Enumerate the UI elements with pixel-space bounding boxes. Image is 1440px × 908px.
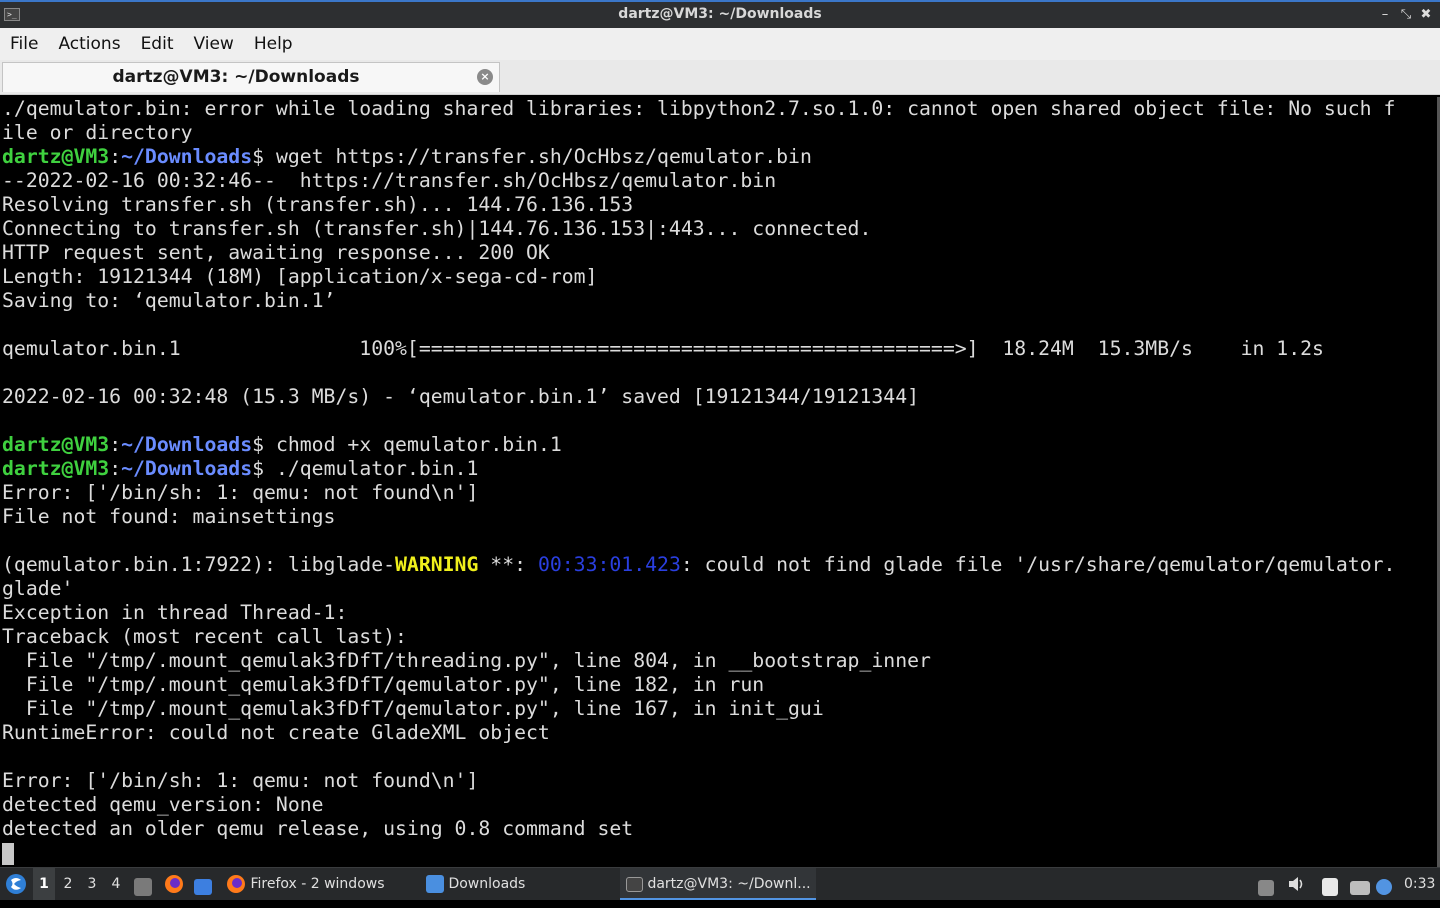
folder-icon — [426, 875, 444, 893]
maximize-button[interactable]: ⤡ — [1396, 5, 1416, 25]
terminal-line: ile or directory — [2, 121, 193, 144]
terminal-line: File "/tmp/.mount_qemulak3fDfT/qemulator… — [2, 697, 824, 720]
command-text: ./qemulator.bin.1 — [264, 457, 479, 480]
firefox-launcher-icon[interactable] — [164, 868, 184, 900]
terminal-line: Length: 19121344 (18M) [application/x-se… — [2, 265, 598, 288]
notification-icon[interactable] — [1376, 868, 1392, 900]
prompt-symbol: $ — [252, 457, 265, 480]
terminal-line: detected an older qemu release, using 0.… — [2, 817, 634, 840]
terminal-line: Connecting to transfer.sh (transfer.sh)|… — [2, 217, 872, 240]
task-firefox[interactable]: Firefox - 2 windows — [220, 868, 421, 900]
warning-timestamp: 00:33:01.423 — [537, 553, 681, 576]
prompt-user: dartz@VM3 — [2, 457, 110, 480]
workspace-1[interactable]: 1 — [33, 868, 55, 900]
menu-file[interactable]: File — [0, 28, 48, 60]
terminal-line: Resolving transfer.sh (transfer.sh)... 1… — [2, 193, 634, 216]
start-menu-icon[interactable] — [4, 868, 30, 900]
prompt-user: dartz@VM3 — [2, 145, 110, 168]
task-label: dartz@VM3: ~/Downl... — [647, 876, 811, 892]
download-progress-line: qemulator.bin.1 100%[===================… — [2, 337, 1324, 360]
prompt-symbol: $ — [252, 433, 265, 456]
terminal-line: File "/tmp/.mount_qemulak3fDfT/threading… — [2, 649, 931, 672]
prompt-separator: : — [109, 433, 122, 456]
tray-removable-icon[interactable] — [1258, 868, 1274, 900]
menu-actions[interactable]: Actions — [48, 28, 130, 60]
volume-icon[interactable] — [1286, 868, 1306, 900]
clipboard-icon[interactable] — [1322, 868, 1338, 900]
terminal-line: Error: ['/bin/sh: 1: qemu: not found\n'] — [2, 769, 479, 792]
terminal-line: RuntimeError: could not create GladeXML … — [2, 721, 550, 744]
workspace-4[interactable]: 4 — [105, 868, 127, 900]
minimize-button[interactable]: – — [1375, 5, 1395, 25]
workspace-3[interactable]: 3 — [81, 868, 103, 900]
tab-bar: dartz@VM3: ~/Downloads × — [0, 60, 1440, 95]
prompt-path: ~/Downloads — [121, 457, 253, 480]
warning-label: WARNING — [395, 553, 479, 576]
prompt-symbol: $ — [252, 145, 265, 168]
terminal-line: dartz@VM3:~/Downloads$ chmod +x qemulato… — [2, 433, 1440, 457]
file-manager-launcher-icon[interactable] — [134, 868, 152, 900]
task-label: Downloads — [448, 876, 526, 892]
taskbar: 1 2 3 4 Firefox - 2 windows Downloads da… — [0, 867, 1440, 900]
terminal-line: glade' — [2, 577, 74, 600]
menu-bar: File Actions Edit View Help — [0, 28, 1440, 60]
terminal-line: Traceback (most recent call last): — [2, 625, 407, 648]
terminal-line: detected qemu_version: None — [2, 793, 324, 816]
task-terminal[interactable]: dartz@VM3: ~/Downl... — [620, 868, 816, 900]
terminal-icon — [626, 876, 643, 892]
tab-terminal[interactable]: dartz@VM3: ~/Downloads × — [2, 62, 500, 92]
prompt-separator: : — [109, 145, 122, 168]
terminal-cursor-line — [2, 841, 1440, 865]
task-label: Firefox - 2 windows — [250, 876, 385, 892]
terminal-line: dartz@VM3:~/Downloads$ wget https://tran… — [2, 145, 1440, 169]
prompt-path: ~/Downloads — [121, 433, 253, 456]
command-text: chmod +x qemulator.bin.1 — [264, 433, 562, 456]
terminal-line: Exception in thread Thread-1: — [2, 601, 348, 624]
window-titlebar[interactable]: >_ dartz@VM3: ~/Downloads – ⤡ ✖ — [0, 0, 1440, 28]
warning-prefix: (qemulator.bin.1:7922): libglade- — [2, 553, 396, 576]
workspace-2[interactable]: 2 — [57, 868, 79, 900]
desktop-launcher-icon[interactable] — [194, 868, 212, 900]
tab-label: dartz@VM3: ~/Downloads — [112, 67, 360, 87]
close-window-button[interactable]: ✖ — [1416, 5, 1436, 25]
warning-stars: **: — [478, 553, 538, 576]
network-icon[interactable] — [1350, 868, 1370, 900]
terminal-output[interactable]: ./qemulator.bin: error while loading sha… — [0, 97, 1440, 867]
prompt-separator: : — [109, 457, 122, 480]
prompt-path: ~/Downloads — [121, 145, 253, 168]
task-downloads[interactable]: Downloads — [420, 868, 621, 900]
terminal-line: Saving to: ‘qemulator.bin.1’ — [2, 289, 336, 312]
text-cursor — [2, 842, 14, 865]
terminal-line: File not found: mainsettings — [2, 505, 336, 528]
terminal-line: 2022-02-16 00:32:48 (15.3 MB/s) - ‘qemul… — [2, 385, 920, 408]
prompt-user: dartz@VM3 — [2, 433, 110, 456]
terminal-line: --2022-02-16 00:32:46-- https://transfer… — [2, 169, 777, 192]
terminal-line: (qemulator.bin.1:7922): libglade-WARNING… — [2, 553, 1440, 577]
command-text: wget https://transfer.sh/OcHbsz/qemulato… — [264, 145, 812, 168]
terminal-line: File "/tmp/.mount_qemulak3fDfT/qemulator… — [2, 673, 765, 696]
firefox-icon — [227, 875, 245, 893]
terminal-line: dartz@VM3:~/Downloads$ ./qemulator.bin.1 — [2, 457, 1440, 481]
terminal-line: ./qemulator.bin: error while loading sha… — [2, 97, 1396, 120]
menu-edit[interactable]: Edit — [131, 28, 184, 60]
clock[interactable]: 0:33 — [1404, 868, 1435, 900]
window-title: dartz@VM3: ~/Downloads — [618, 6, 822, 22]
tab-close-icon[interactable]: × — [477, 69, 493, 85]
menu-help[interactable]: Help — [244, 28, 303, 60]
menu-view[interactable]: View — [183, 28, 243, 60]
terminal-line: HTTP request sent, awaiting response... … — [2, 241, 550, 264]
terminal-line: Error: ['/bin/sh: 1: qemu: not found\n'] — [2, 481, 479, 504]
warning-message: : could not find glade file '/usr/share/… — [680, 553, 1396, 576]
